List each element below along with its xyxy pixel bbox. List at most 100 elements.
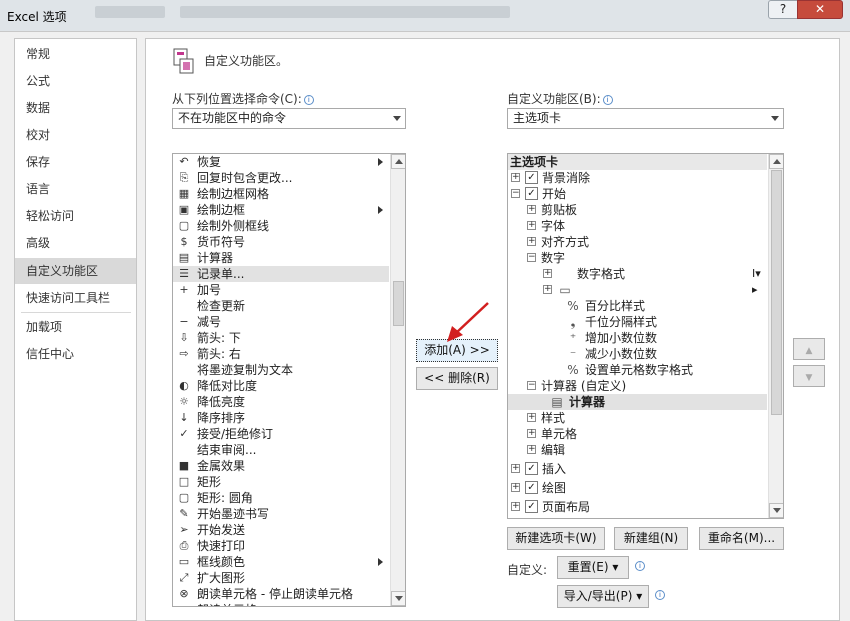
expand-icon[interactable]: + bbox=[511, 483, 520, 492]
help-button[interactable]: ? bbox=[768, 0, 798, 19]
expand-icon[interactable]: + bbox=[527, 237, 536, 246]
command-list-item[interactable]: ↓ 降序排序 bbox=[173, 410, 389, 426]
tree-node[interactable]: + 剪贴板 bbox=[508, 202, 767, 218]
command-list-item[interactable]: □ 矩形 bbox=[173, 474, 389, 490]
collapse-icon[interactable]: − bbox=[527, 381, 536, 390]
nav-item[interactable]: 数据 bbox=[15, 95, 136, 121]
nav-item[interactable]: 加载项 bbox=[15, 314, 136, 340]
available-commands-list[interactable]: ↶ 恢复 ⎘ 回复时包含更改... ▦ 绘制边框网格 ▣ 绘制边框 ▢ 绘制外侧框线 $ 货币符号 ▤ 计… bbox=[172, 153, 406, 607]
move-up-button[interactable]: ▲ bbox=[793, 338, 825, 360]
nav-item[interactable]: 校对 bbox=[15, 122, 136, 148]
command-list-item[interactable]: ⎘ 回复时包含更改... bbox=[173, 170, 389, 186]
tree-node[interactable]: + 编辑 bbox=[508, 442, 767, 458]
tree-node[interactable]: + ✓ 页面布局 bbox=[508, 499, 767, 515]
command-list-item[interactable]: ☼ 降低亮度 bbox=[173, 394, 389, 410]
command-list-item[interactable]: ⊗ 朗读单元格 - 停止朗读单元格 bbox=[173, 586, 389, 602]
command-list-item[interactable]: ◐ 降低对比度 bbox=[173, 378, 389, 394]
tab-checkbox[interactable]: ✓ bbox=[525, 500, 538, 513]
expand-icon[interactable]: + bbox=[527, 205, 536, 214]
ribbon-tree[interactable]: 主选项卡 + ✓ 背景消除 − ✓ 开始 + 剪贴板 + 字体 + 对齐方式 − 数字 + 数字格式 Ι▾ + ▭ ▸… bbox=[507, 153, 784, 519]
tree-node[interactable]: + ▭ ▸ bbox=[508, 282, 767, 298]
command-list-item[interactable]: ⤢ 扩大图形 bbox=[173, 570, 389, 586]
command-list-item[interactable]: ▦ 绘制边框网格 bbox=[173, 186, 389, 202]
tree-node[interactable]: + 对齐方式 bbox=[508, 234, 767, 250]
scroll-up-button[interactable] bbox=[391, 154, 405, 169]
command-list-item[interactable]: ↶ 恢复 bbox=[173, 154, 389, 170]
tree-node[interactable]: − ✓ 开始 bbox=[508, 186, 767, 202]
rename-button[interactable]: 重命名(M)... bbox=[699, 527, 784, 550]
nav-item[interactable]: 轻松访问 bbox=[15, 203, 136, 229]
expand-icon[interactable]: + bbox=[527, 445, 536, 454]
node-control[interactable]: Ι▾ bbox=[752, 266, 761, 282]
command-list-item[interactable]: ▤ 计算器 bbox=[173, 250, 389, 266]
left-scrollbar[interactable] bbox=[390, 154, 405, 606]
command-list-item[interactable]: $ 货币符号 bbox=[173, 234, 389, 250]
command-list-item[interactable]: + 加号 bbox=[173, 282, 389, 298]
move-down-button[interactable]: ▼ bbox=[793, 365, 825, 387]
expand-icon[interactable]: + bbox=[527, 413, 536, 422]
command-list-item[interactable]: ▢ 绘制外侧框线 bbox=[173, 218, 389, 234]
command-list-item[interactable]: ✎ 开始墨迹书写 bbox=[173, 506, 389, 522]
tree-node[interactable]: − 数字 bbox=[508, 250, 767, 266]
scroll-up-button[interactable] bbox=[769, 154, 783, 169]
ribbon-tabs-combo[interactable]: 主选项卡 bbox=[507, 108, 784, 129]
tab-checkbox[interactable]: ✓ bbox=[525, 171, 538, 184]
nav-item[interactable]: 语言 bbox=[15, 176, 136, 202]
expand-icon[interactable]: + bbox=[511, 173, 520, 182]
nav-item[interactable]: 快速访问工具栏 bbox=[15, 285, 136, 311]
expand-icon[interactable]: + bbox=[543, 269, 552, 278]
expand-icon[interactable]: + bbox=[527, 429, 536, 438]
new-tab-button[interactable]: 新建选项卡(W) bbox=[507, 527, 605, 550]
tree-node[interactable]: + ✓ 插入 bbox=[508, 461, 767, 477]
expand-icon[interactable]: + bbox=[527, 221, 536, 230]
command-list-item[interactable]: 朗读单元格 bbox=[173, 602, 389, 606]
tree-node[interactable]: ⁺ 增加小数位数 bbox=[508, 330, 767, 346]
tree-node[interactable]: % 百分比样式 bbox=[508, 298, 767, 314]
tree-node[interactable]: + 字体 bbox=[508, 218, 767, 234]
tree-node[interactable]: % 设置单元格数字格式 bbox=[508, 362, 767, 378]
collapse-icon[interactable]: − bbox=[511, 189, 520, 198]
command-list-item[interactable]: ➢ 开始发送 bbox=[173, 522, 389, 538]
command-list-item[interactable]: ☰ 记录单... bbox=[173, 266, 389, 282]
node-control[interactable]: ▸ bbox=[752, 282, 758, 298]
scroll-down-button[interactable] bbox=[769, 503, 783, 518]
tree-node[interactable]: + ✓ 背景消除 bbox=[508, 170, 767, 186]
right-scrollbar[interactable] bbox=[768, 154, 783, 518]
expand-icon[interactable]: + bbox=[511, 502, 520, 511]
remove-button[interactable]: << 删除(R) bbox=[416, 367, 498, 390]
scroll-down-button[interactable] bbox=[391, 591, 405, 606]
scroll-thumb[interactable] bbox=[771, 170, 782, 415]
expand-icon[interactable]: + bbox=[511, 464, 520, 473]
command-list-item[interactable]: ▣ 绘制边框 bbox=[173, 202, 389, 218]
tree-node[interactable]: ▤ 计算器 bbox=[508, 394, 767, 410]
command-list-item[interactable]: ⎙ 快速打印 bbox=[173, 538, 389, 554]
command-list-item[interactable]: ▭ 框线颜色 bbox=[173, 554, 389, 570]
tree-node[interactable]: + 数字格式 Ι▾ bbox=[508, 266, 767, 282]
command-list-item[interactable]: 结束审阅... bbox=[173, 442, 389, 458]
choose-commands-combo[interactable]: 不在功能区中的命令 bbox=[172, 108, 406, 129]
command-list-item[interactable]: ▢ 矩形: 圆角 bbox=[173, 490, 389, 506]
nav-item[interactable]: 高级 bbox=[15, 230, 136, 256]
command-list-item[interactable]: ⇩ 箭头: 下 bbox=[173, 330, 389, 346]
command-list-item[interactable]: ■ 金属效果 bbox=[173, 458, 389, 474]
nav-item[interactable]: 保存 bbox=[15, 149, 136, 175]
command-list-item[interactable]: ⇨ 箭头: 右 bbox=[173, 346, 389, 362]
tree-node[interactable]: + 样式 bbox=[508, 410, 767, 426]
import-export-button[interactable]: 导入/导出(P) ▾ bbox=[557, 585, 649, 608]
expand-icon[interactable]: + bbox=[543, 285, 552, 294]
tab-checkbox[interactable]: ✓ bbox=[525, 481, 538, 494]
tab-checkbox[interactable]: ✓ bbox=[525, 187, 538, 200]
tab-checkbox[interactable]: ✓ bbox=[525, 462, 538, 475]
tree-node[interactable]: + ✓ 绘图 bbox=[508, 480, 767, 496]
tree-node[interactable]: + 单元格 bbox=[508, 426, 767, 442]
command-list-item[interactable]: 检查更新 bbox=[173, 298, 389, 314]
tree-node[interactable]: − 计算器 (自定义) bbox=[508, 378, 767, 394]
command-list-item[interactable]: − 减号 bbox=[173, 314, 389, 330]
nav-item[interactable]: 常规 bbox=[15, 41, 136, 67]
collapse-icon[interactable]: − bbox=[527, 253, 536, 262]
command-list-item[interactable]: ✓ 接受/拒绝修订 bbox=[173, 426, 389, 442]
scroll-thumb[interactable] bbox=[393, 281, 404, 326]
close-button[interactable]: ✕ bbox=[797, 0, 843, 19]
nav-item[interactable]: 信任中心 bbox=[15, 341, 136, 367]
new-group-button[interactable]: 新建组(N) bbox=[614, 527, 688, 550]
